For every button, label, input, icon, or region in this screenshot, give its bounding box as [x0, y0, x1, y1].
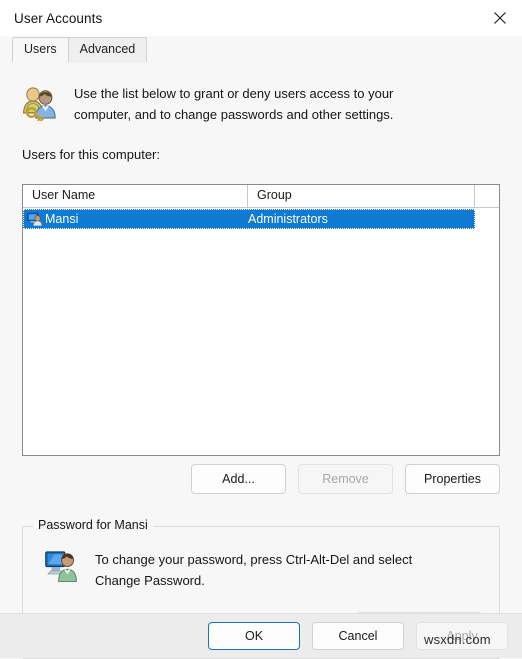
users-list-view[interactable]: User Name Group Mansi Administrators [22, 184, 500, 456]
dialog-footer: OK Cancel Apply [0, 613, 522, 658]
intro-text: Use the list below to grant or deny user… [64, 83, 393, 125]
intro-line-2: computer, and to change passwords and ot… [74, 107, 394, 122]
tab-strip: Users Advanced [0, 36, 522, 62]
apply-button[interactable]: Apply [416, 622, 508, 650]
column-header-spacer[interactable] [475, 185, 499, 207]
add-button[interactable]: Add... [191, 464, 286, 494]
tab-users-label: Users [24, 42, 57, 56]
password-group-body: To change your password, press Ctrl-Alt-… [23, 527, 499, 591]
window-title: User Accounts [14, 10, 103, 26]
tab-advanced[interactable]: Advanced [67, 37, 148, 62]
user-action-buttons: Add... Remove Properties [0, 464, 522, 494]
remove-button[interactable]: Remove [298, 464, 393, 494]
users-list-label: Users for this computer: [22, 147, 160, 162]
properties-button[interactable]: Properties [405, 464, 500, 494]
cell-user-name: Mansi [45, 212, 79, 226]
user-monitor-icon [45, 549, 87, 585]
ok-button[interactable]: OK [208, 622, 300, 650]
tab-advanced-label: Advanced [79, 42, 136, 56]
intro-block: Use the list below to grant or deny user… [0, 62, 522, 125]
password-group-legend: Password for Mansi [33, 518, 153, 532]
title-bar: User Accounts [0, 0, 522, 36]
cell-group: Administrators [248, 212, 328, 226]
user-monitor-icon [23, 212, 45, 226]
tab-users[interactable]: Users [12, 37, 69, 62]
password-instruction-text: To change your password, press Ctrl-Alt-… [87, 549, 412, 591]
close-icon [493, 11, 507, 25]
table-row[interactable]: Mansi Administrators [23, 209, 475, 229]
password-line-2: Change Password. [95, 573, 205, 588]
users-key-icon [20, 83, 64, 124]
users-tab-panel: Use the list below to grant or deny user… [0, 62, 522, 659]
password-line-1: To change your password, press Ctrl-Alt-… [95, 552, 413, 567]
close-button[interactable] [478, 0, 522, 36]
intro-line-1: Use the list below to grant or deny user… [74, 86, 394, 101]
cancel-button[interactable]: Cancel [312, 622, 404, 650]
column-header-user-name[interactable]: User Name [23, 185, 248, 207]
users-list-header: User Name Group [23, 185, 499, 208]
column-header-group[interactable]: Group [248, 185, 475, 207]
